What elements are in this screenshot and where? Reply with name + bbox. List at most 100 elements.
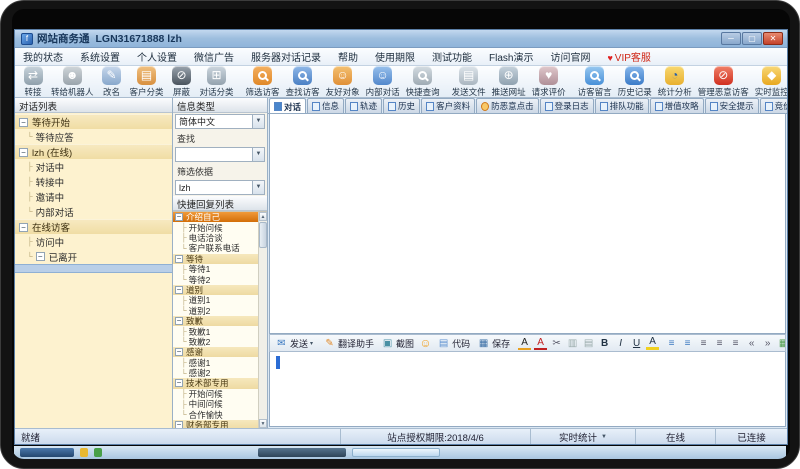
tree-item-in-conversation[interactable]: ├对话中 [15, 159, 172, 174]
collapse-icon[interactable]: − [19, 148, 28, 157]
search-combobox[interactable]: ▼ [175, 147, 265, 162]
tree-group-online-visitors[interactable]: −在线访客 [15, 219, 172, 234]
reply-item[interactable]: ├开始问候 [173, 389, 258, 399]
translate-assistant-button[interactable]: ✎ 翻译助手 [321, 336, 376, 350]
collapse-icon[interactable]: − [175, 421, 183, 428]
toolbar-find-visitors[interactable]: 查找访客 [283, 65, 323, 99]
tab-value-added-guide[interactable]: 增值攻略 [650, 98, 704, 113]
menu-system-settings[interactable]: 系统设置 [80, 49, 120, 64]
reply-group-thanks[interactable]: −感谢 [173, 347, 258, 357]
quick-reply-scrollbar[interactable]: ▲ ▼ [258, 212, 267, 428]
toolbar-manage-malicious-visitors[interactable]: ⊘ 管理恶意访客 [695, 65, 752, 99]
toolbar-history[interactable]: 历史记录 [615, 65, 655, 99]
tree-item-inviting[interactable]: ├邀请中 [15, 189, 172, 204]
reply-item[interactable]: └感谢2 [173, 368, 258, 378]
reply-group-wait[interactable]: −等待 [173, 254, 258, 264]
tab-dialog[interactable]: 对话 [269, 98, 306, 114]
toolbar-block[interactable]: ⊘ 屏蔽 [167, 65, 197, 99]
send-dropdown-icon[interactable]: ▾ [310, 340, 313, 347]
menu-official-site[interactable]: 访问官网 [550, 49, 590, 64]
collapse-icon[interactable]: − [19, 223, 28, 232]
status-realtime-stats[interactable]: 实时统计▼ [530, 429, 635, 445]
indent-icon[interactable]: » [761, 336, 774, 350]
taskbar-window-button[interactable] [258, 448, 346, 457]
toolbar-realtime-monitor[interactable]: ◆ 实时监控 [752, 65, 788, 99]
reply-group-finance-dept[interactable]: −财务部专用 [173, 420, 258, 428]
scroll-down-icon[interactable]: ▼ [259, 419, 267, 428]
reply-group-introduce-self[interactable]: −介绍自己 [173, 212, 258, 222]
menu-license-period[interactable]: 使用期限 [375, 49, 415, 64]
toolbar-statistics[interactable]: ◔ 统计分析 [655, 65, 695, 99]
close-button[interactable]: ✕ [763, 32, 783, 45]
toolbar-filter-visitors[interactable]: 筛选访客 [243, 65, 283, 99]
reply-item[interactable]: └合作愉快 [173, 409, 258, 419]
insert-image-icon[interactable]: ▦ [777, 336, 786, 350]
menu-flash-demo[interactable]: Flash演示 [489, 49, 533, 64]
toolbar-transfer-to-robot[interactable]: ☻ 转给机器人 [48, 65, 97, 99]
tree-item-visiting[interactable]: ├访问中 [15, 234, 172, 249]
reply-item[interactable]: └致歉2 [173, 337, 258, 347]
toolbar-friendly-contacts[interactable]: ☺ 友好对象 [323, 65, 363, 99]
toolbar-request-rating[interactable]: ♥ 请求评价 [529, 65, 569, 99]
scrollbar-thumb[interactable] [259, 222, 267, 248]
code-button[interactable]: ▤ 代码 [435, 336, 472, 350]
reply-item[interactable]: ├道别1 [173, 295, 258, 305]
collapse-icon[interactable]: − [175, 348, 183, 356]
bold-icon[interactable]: B [598, 336, 611, 350]
taskbar-icon[interactable] [80, 448, 88, 457]
font-red-icon[interactable]: A [534, 336, 547, 350]
collapse-icon[interactable]: − [36, 252, 45, 261]
tree-item-waiting-answer[interactable]: └等待应答 [15, 129, 172, 144]
reply-group-apology[interactable]: −致歉 [173, 316, 258, 326]
collapse-icon[interactable]: − [175, 255, 183, 263]
reply-item[interactable]: └等待2 [173, 274, 258, 284]
toolbar-push-url[interactable]: ⊕ 推送网址 [489, 65, 529, 99]
align-center-icon[interactable]: ≡ [713, 336, 726, 350]
collapse-icon[interactable]: − [175, 213, 183, 221]
tree-group-lzh-online[interactable]: −lzh (在线) [15, 144, 172, 159]
cut-icon[interactable]: ✂ [550, 336, 563, 350]
menu-personal-settings[interactable]: 个人设置 [137, 49, 177, 64]
menu-help[interactable]: 帮助 [338, 49, 358, 64]
reply-item[interactable]: └道别2 [173, 306, 258, 316]
toolbar-internal-chat[interactable]: ☺ 内部对话 [363, 65, 403, 99]
tab-info[interactable]: 信息 [307, 98, 344, 113]
language-combobox[interactable]: 简体中文 ▼ [175, 114, 265, 129]
toolbar-send-file[interactable]: ▤ 发送文件 [449, 65, 489, 99]
unordered-list-icon[interactable]: ≡ [681, 336, 694, 350]
tab-track[interactable]: 轨迹 [345, 98, 382, 113]
reply-item[interactable]: ├中间问候 [173, 399, 258, 409]
tab-anti-malicious-clicks[interactable]: 防恶意点击 [476, 98, 539, 113]
menu-server-chat-logs[interactable]: 服务器对话记录 [251, 49, 321, 64]
menu-vip-service[interactable]: ♥VIP客服 [607, 49, 650, 64]
send-button[interactable]: ✉ 发送 ▾ [273, 336, 315, 350]
toolbar-transfer[interactable]: ⇄ 转接 [18, 65, 48, 99]
reply-item[interactable]: ├致歉1 [173, 326, 258, 336]
tab-bidding-guard[interactable]: 竞价卫士 [760, 98, 787, 113]
emoticon-icon[interactable]: ☺ [419, 336, 432, 350]
collapse-icon[interactable]: − [19, 118, 28, 127]
underline-icon[interactable]: U [630, 336, 643, 350]
collapse-icon[interactable]: − [175, 286, 183, 294]
collapse-icon[interactable]: − [175, 379, 183, 387]
reply-item[interactable]: ├电话洽谈 [173, 233, 258, 243]
tree-group-waiting-start[interactable]: −等待开始 [15, 114, 172, 129]
tree-item-left[interactable]: └−已离开 [15, 249, 172, 264]
reply-item[interactable]: └客户联系电话 [173, 243, 258, 253]
toolbar-visitor-messages[interactable]: 访客留言 [575, 65, 615, 99]
tab-queue-function[interactable]: 排队功能 [595, 98, 649, 113]
collapse-icon[interactable]: − [175, 317, 183, 325]
reply-item[interactable]: ├开始问候 [173, 222, 258, 232]
tab-safety-tips[interactable]: 安全提示 [705, 98, 759, 113]
outdent-icon[interactable]: « [745, 336, 758, 350]
chevron-down-icon[interactable]: ▼ [252, 148, 264, 161]
start-button[interactable] [20, 448, 74, 457]
taskbar-window-button[interactable] [352, 448, 440, 457]
menu-my-status[interactable]: 我的状态 [23, 49, 63, 64]
tab-history[interactable]: 历史 [383, 98, 420, 113]
tab-customer-profile[interactable]: 客户资料 [421, 98, 475, 113]
maximize-button[interactable]: ▢ [742, 32, 762, 45]
ordered-list-icon[interactable]: ≡ [665, 336, 678, 350]
reply-group-tech-dept[interactable]: −技术部专用 [173, 378, 258, 388]
align-right-icon[interactable]: ≡ [729, 336, 742, 350]
